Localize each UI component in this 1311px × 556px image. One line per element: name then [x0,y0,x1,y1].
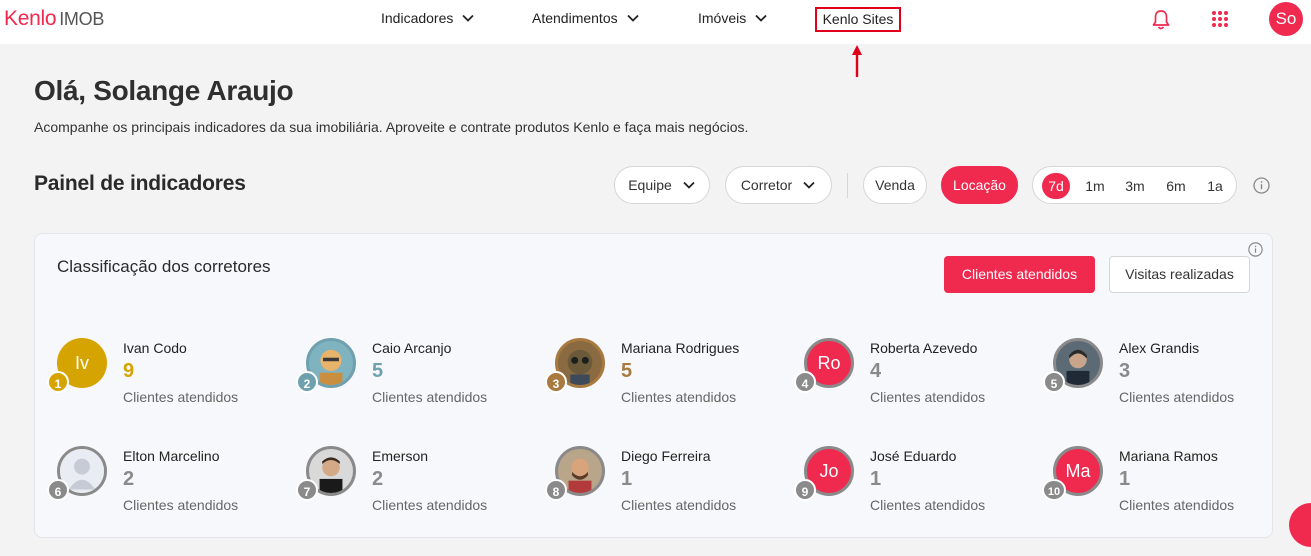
info-icon[interactable] [1253,177,1270,194]
info-icon[interactable] [1248,242,1263,257]
clients-count: 4 [870,360,882,382]
ranking-item[interactable]: Ma 10 Mariana Ramos 1 Clientes atendidos [1042,446,1293,526]
chevron-down-icon [462,14,475,22]
clients-count: 5 [621,360,633,382]
broker-name: Mariana Rodrigues [621,340,740,356]
nav-kenlo-sites[interactable]: Kenlo Sites [815,7,901,32]
metric-label: Clientes atendidos [1119,497,1235,513]
metric-label: Clientes atendidos [1119,389,1235,405]
broker-name: Diego Ferreira [621,448,711,464]
ranking-item[interactable]: Ro 4 Roberta Azevedo 4 Clientes atendido… [794,338,1044,418]
nav-atendimentos[interactable]: Atendimentos [532,10,640,26]
clients-count: 3 [1119,360,1131,382]
user-avatar[interactable]: So [1269,2,1303,36]
chevron-down-icon [683,181,695,189]
logo-product: IMOB [59,9,105,29]
broker-name: Alex Grandis [1119,340,1200,356]
metric-label: Clientes atendidos [870,497,986,513]
ranking-item[interactable]: Jo 9 José Eduardo 1 Clientes atendidos [794,446,1044,526]
clients-count: 2 [123,468,135,490]
rank-badge: 1 [47,371,69,393]
ranking-title: Classificação dos corretores [57,257,271,276]
ranking-item[interactable]: 6 Elton Marcelino 2 Clientes atendidos [47,446,297,526]
rank-badge: 9 [794,479,816,501]
kenlo-logo[interactable]: Kenlo IMOB [4,7,104,31]
nav-imoveis[interactable]: Imóveis [698,10,768,26]
broker-name: Elton Marcelino [123,448,220,464]
logo-brand: Kenlo [4,7,57,30]
chevron-down-icon [626,14,639,22]
rank-badge: 10 [1042,479,1066,501]
rank-badge: 7 [296,479,318,501]
team-filter-label: Equipe [628,177,672,193]
broker-name: Caio Arcanjo [372,340,452,356]
clients-count: 1 [621,468,633,490]
team-filter-dropdown[interactable]: Equipe [614,166,710,204]
broker-name: Mariana Ramos [1119,448,1218,464]
metric-label: Clientes atendidos [123,389,239,405]
clients-count: 2 [372,468,384,490]
clients-count: 9 [123,360,135,382]
page-subtitle: Acompanhe os principais indicadores da s… [34,119,749,135]
chevron-down-icon [803,181,815,189]
period-selector: 7d 1m 3m 6m 1a [1032,166,1237,204]
period-3m[interactable]: 3m [1121,173,1149,199]
apps-grid-icon[interactable] [1211,10,1229,28]
metric-label: Clientes atendidos [621,389,737,405]
broker-name: José Eduardo [870,448,957,464]
rank-badge: 2 [296,371,318,393]
clients-count: 1 [1119,468,1131,490]
nav-indicadores[interactable]: Indicadores [381,10,475,26]
top-bar: Kenlo IMOB Indicadores Atendimentos Imóve… [0,0,1311,44]
period-6m[interactable]: 6m [1162,173,1190,199]
divider [847,173,848,198]
visits-done-tab[interactable]: Visitas realizadas [1109,256,1250,293]
metric-label: Clientes atendidos [372,497,488,513]
clients-served-tab[interactable]: Clientes atendidos [944,256,1095,293]
rank-badge: 6 [47,479,69,501]
rank-badge: 8 [545,479,567,501]
ranking-item[interactable]: 5 Alex Grandis 3 Clientes atendidos [1043,338,1293,418]
metric-label: Clientes atendidos [372,389,488,405]
chevron-down-icon [755,14,767,22]
broker-filter-label: Corretor [740,177,793,193]
nav-indicadores-label: Indicadores [381,10,454,26]
rank-badge: 3 [545,371,567,393]
clients-count: 5 [372,360,384,382]
ranking-item[interactable]: 7 Emerson 2 Clientes atendidos [296,446,546,526]
ranking-item[interactable]: 3 Mariana Rodrigues 5 Clientes atendidos [545,338,795,418]
ranking-item[interactable]: 8 Diego Ferreira 1 Clientes atendidos [545,446,795,526]
ranking-item[interactable]: Iv 1 Ivan Codo 9 Clientes atendidos [47,338,297,418]
arrow-up-icon [852,45,862,77]
period-1m[interactable]: 1m [1081,173,1109,199]
nav-imoveis-label: Imóveis [698,10,747,26]
rent-toggle[interactable]: Locação [941,166,1018,204]
metric-label: Clientes atendidos [621,497,737,513]
rank-badge: 5 [1043,371,1065,393]
ranking-item[interactable]: 2 Caio Arcanjo 5 Clientes atendidos [296,338,546,418]
metric-label: Clientes atendidos [123,497,239,513]
rank-badge: 4 [794,371,816,393]
sale-toggle[interactable]: Venda [863,166,927,204]
nav-atendimentos-label: Atendimentos [532,10,618,26]
period-7d[interactable]: 7d [1042,173,1070,199]
page-title: Olá, Solange Araujo [34,75,294,106]
clients-count: 1 [870,468,882,490]
bell-icon[interactable] [1151,9,1171,31]
broker-filter-dropdown[interactable]: Corretor [725,166,832,204]
broker-name: Ivan Codo [123,340,187,356]
panel-title: Painel de indicadores [34,172,246,195]
period-1a[interactable]: 1a [1201,173,1229,199]
broker-name: Roberta Azevedo [870,340,978,356]
broker-name: Emerson [372,448,429,464]
metric-label: Clientes atendidos [870,389,986,405]
